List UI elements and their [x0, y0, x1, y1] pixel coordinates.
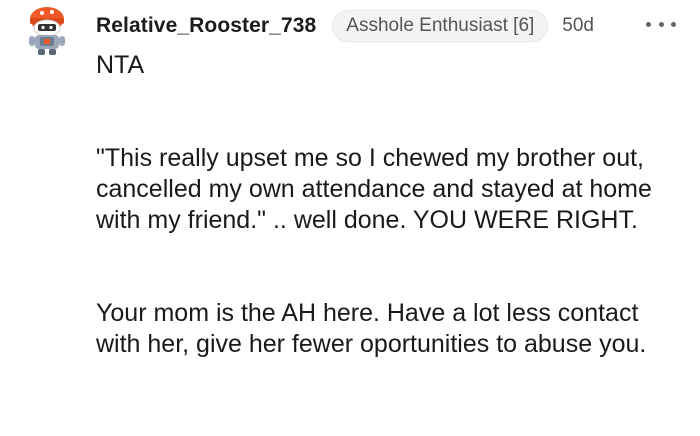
- more-options-icon: [646, 21, 651, 27]
- more-options-icon: [671, 21, 676, 27]
- comment-age: 50d: [562, 15, 594, 36]
- avatar[interactable]: [20, 4, 74, 58]
- more-options-icon: [658, 21, 664, 27]
- comment: Relative_Rooster_738 Asshole Enthusiast …: [0, 0, 700, 436]
- user-flair: Asshole Enthusiast [6]: [332, 10, 549, 42]
- comment-paragraph: Your mom is the AH here. Have a lot less…: [96, 299, 647, 358]
- username-link[interactable]: Relative_Rooster_738: [96, 14, 316, 38]
- comment-paragraph: NTA: [96, 51, 145, 79]
- comment-meta: Relative_Rooster_738 Asshole Enthusiast …: [96, 10, 594, 42]
- comment-body: NTA "This really upset me so I chewed my…: [96, 50, 686, 360]
- reddit-snoo-avatar-icon: [29, 7, 65, 55]
- comment-paragraph: "This really upset me so I chewed my bro…: [96, 144, 652, 234]
- more-options-button[interactable]: [646, 14, 676, 34]
